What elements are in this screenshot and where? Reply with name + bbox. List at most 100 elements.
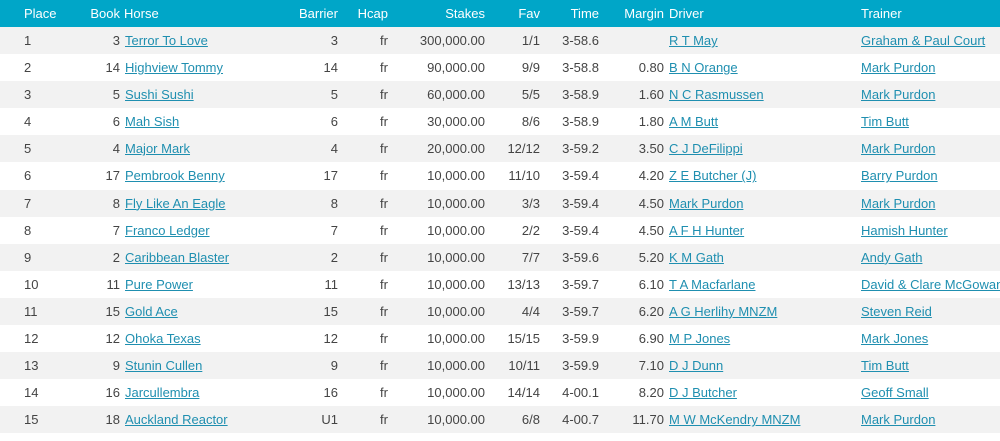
horse-link[interactable]: Major Mark bbox=[125, 141, 190, 156]
driver-link[interactable]: A M Butt bbox=[669, 114, 718, 129]
header-stakes[interactable]: Stakes bbox=[400, 0, 485, 27]
driver-link[interactable]: M P Jones bbox=[669, 331, 730, 346]
horse-cell: Ohoka Texas bbox=[125, 325, 275, 352]
trainer-link[interactable]: Mark Purdon bbox=[861, 60, 935, 75]
table-row: 10 11 Pure Power 11 fr 10,000.00 13/13 3-59.7 6.… bbox=[0, 270, 1000, 298]
horse-link[interactable]: Stunin Cullen bbox=[125, 358, 202, 373]
header-book[interactable]: Book bbox=[80, 0, 120, 27]
book-cell: 9 bbox=[112, 358, 120, 374]
trainer-link[interactable]: Hamish Hunter bbox=[861, 223, 948, 238]
horse-link[interactable]: Terror To Love bbox=[125, 33, 208, 48]
header-hcap[interactable]: Hcap bbox=[350, 0, 388, 27]
race-results-table: Place Book Horse Barrier Hcap Stakes Fav… bbox=[0, 0, 1000, 434]
driver-link[interactable]: C J DeFilippi bbox=[669, 141, 743, 156]
table-row: 2 14 Highview Tommy 14 fr 90,000.00 9/9 3-58.8 0… bbox=[0, 54, 1000, 82]
horse-link[interactable]: Jarcullembra bbox=[125, 385, 199, 400]
header-driver[interactable]: Driver bbox=[669, 0, 854, 27]
margin-cell: 5.20 bbox=[638, 249, 664, 265]
driver-link[interactable]: B N Orange bbox=[669, 60, 738, 75]
stakes-cell: 90,000.00 bbox=[427, 60, 485, 76]
header-place[interactable]: Place bbox=[24, 0, 74, 27]
trainer-link[interactable]: Mark Purdon bbox=[861, 412, 935, 427]
trainer-link[interactable]: Mark Purdon bbox=[861, 196, 935, 211]
horse-link[interactable]: Ohoka Texas bbox=[125, 331, 201, 346]
header-fav[interactable]: Fav bbox=[495, 0, 540, 27]
horse-link[interactable]: Fly Like An Eagle bbox=[125, 196, 225, 211]
trainer-link[interactable]: Graham & Paul Court bbox=[861, 33, 985, 48]
barrier-cell: 17 bbox=[323, 168, 338, 184]
horse-link[interactable]: Mah Sish bbox=[125, 114, 179, 129]
driver-cell: Mark Purdon bbox=[669, 190, 854, 217]
header-barrier[interactable]: Barrier bbox=[290, 0, 338, 27]
margin-cell: 3.50 bbox=[638, 141, 664, 157]
margin-cell: 4.20 bbox=[638, 168, 664, 184]
driver-link[interactable]: M W McKendry MNZM bbox=[669, 412, 800, 427]
fav-cell: 14/14 bbox=[507, 385, 540, 401]
trainer-link[interactable]: Andy Gath bbox=[861, 250, 922, 265]
trainer-cell: Mark Purdon bbox=[861, 406, 1000, 433]
place-cell: 9 bbox=[24, 249, 32, 265]
trainer-link[interactable]: Tim Butt bbox=[861, 358, 909, 373]
driver-link[interactable]: A F H Hunter bbox=[669, 223, 744, 238]
driver-link[interactable]: A G Herlihy MNZM bbox=[669, 304, 777, 319]
trainer-link[interactable]: Geoff Small bbox=[861, 385, 929, 400]
header-horse[interactable]: Horse bbox=[124, 0, 274, 27]
stakes-cell: 10,000.00 bbox=[427, 222, 485, 238]
book-cell: 6 bbox=[112, 114, 120, 130]
fav-cell: 3/3 bbox=[521, 195, 540, 211]
horse-link[interactable]: Pembrook Benny bbox=[125, 168, 225, 183]
trainer-link[interactable]: Mark Purdon bbox=[861, 141, 935, 156]
time-cell: 3-59.4 bbox=[562, 168, 599, 184]
trainer-link[interactable]: David & Clare McGowan bbox=[861, 277, 1000, 292]
driver-link[interactable]: D J Dunn bbox=[669, 358, 723, 373]
horse-link[interactable]: Gold Ace bbox=[125, 304, 178, 319]
horse-link[interactable]: Franco Ledger bbox=[125, 223, 210, 238]
driver-link[interactable]: N C Rasmussen bbox=[669, 87, 764, 102]
barrier-cell: 2 bbox=[330, 249, 338, 265]
table-row: 9 2 Caribbean Blaster 2 fr 10,000.00 7/7 3-59.6… bbox=[0, 243, 1000, 271]
trainer-cell: Tim Butt bbox=[861, 352, 1000, 379]
book-cell: 14 bbox=[105, 60, 120, 76]
stakes-cell: 10,000.00 bbox=[427, 331, 485, 347]
driver-cell: N C Rasmussen bbox=[669, 81, 854, 108]
header-time[interactable]: Time bbox=[545, 0, 599, 27]
driver-link[interactable]: T A Macfarlane bbox=[669, 277, 755, 292]
header-trainer[interactable]: Trainer bbox=[861, 0, 1000, 27]
horse-cell: Fly Like An Eagle bbox=[125, 190, 275, 217]
barrier-cell: 14 bbox=[323, 60, 338, 76]
trainer-link[interactable]: Tim Butt bbox=[861, 114, 909, 129]
horse-link[interactable]: Caribbean Blaster bbox=[125, 250, 229, 265]
trainer-link[interactable]: Steven Reid bbox=[861, 304, 932, 319]
book-cell: 8 bbox=[112, 195, 120, 211]
horse-cell: Jarcullembra bbox=[125, 379, 275, 406]
horse-cell: Pure Power bbox=[125, 271, 275, 298]
margin-cell: 4.50 bbox=[638, 222, 664, 238]
horse-link[interactable]: Sushi Sushi bbox=[125, 87, 194, 102]
time-cell: 3-59.9 bbox=[562, 331, 599, 347]
trainer-link[interactable]: Mark Purdon bbox=[861, 87, 935, 102]
place-cell: 14 bbox=[24, 385, 39, 401]
header-margin[interactable]: Margin bbox=[605, 0, 664, 27]
driver-link[interactable]: D J Butcher bbox=[669, 385, 737, 400]
driver-cell: A G Herlihy MNZM bbox=[669, 298, 854, 325]
driver-link[interactable]: K M Gath bbox=[669, 250, 724, 265]
horse-link[interactable]: Auckland Reactor bbox=[125, 412, 228, 427]
book-cell: 11 bbox=[106, 276, 121, 292]
horse-link[interactable]: Highview Tommy bbox=[125, 60, 223, 75]
trainer-link[interactable]: Mark Jones bbox=[861, 331, 928, 346]
trainer-cell: Mark Purdon bbox=[861, 81, 1000, 108]
place-cell: 13 bbox=[24, 358, 39, 374]
driver-link[interactable]: R T May bbox=[669, 33, 718, 48]
fav-cell: 10/11 bbox=[508, 358, 540, 374]
hcap-cell: fr bbox=[380, 168, 388, 184]
time-cell: 4-00.7 bbox=[562, 412, 599, 428]
trainer-cell: Hamish Hunter bbox=[861, 217, 1000, 244]
trainer-cell: Tim Butt bbox=[861, 108, 1000, 135]
trainer-link[interactable]: Barry Purdon bbox=[861, 168, 938, 183]
time-cell: 3-59.7 bbox=[562, 303, 599, 319]
driver-link[interactable]: Z E Butcher (J) bbox=[669, 168, 756, 183]
time-cell: 3-59.7 bbox=[562, 276, 599, 292]
driver-link[interactable]: Mark Purdon bbox=[669, 196, 743, 211]
horse-link[interactable]: Pure Power bbox=[125, 277, 193, 292]
book-cell: 5 bbox=[112, 87, 120, 103]
